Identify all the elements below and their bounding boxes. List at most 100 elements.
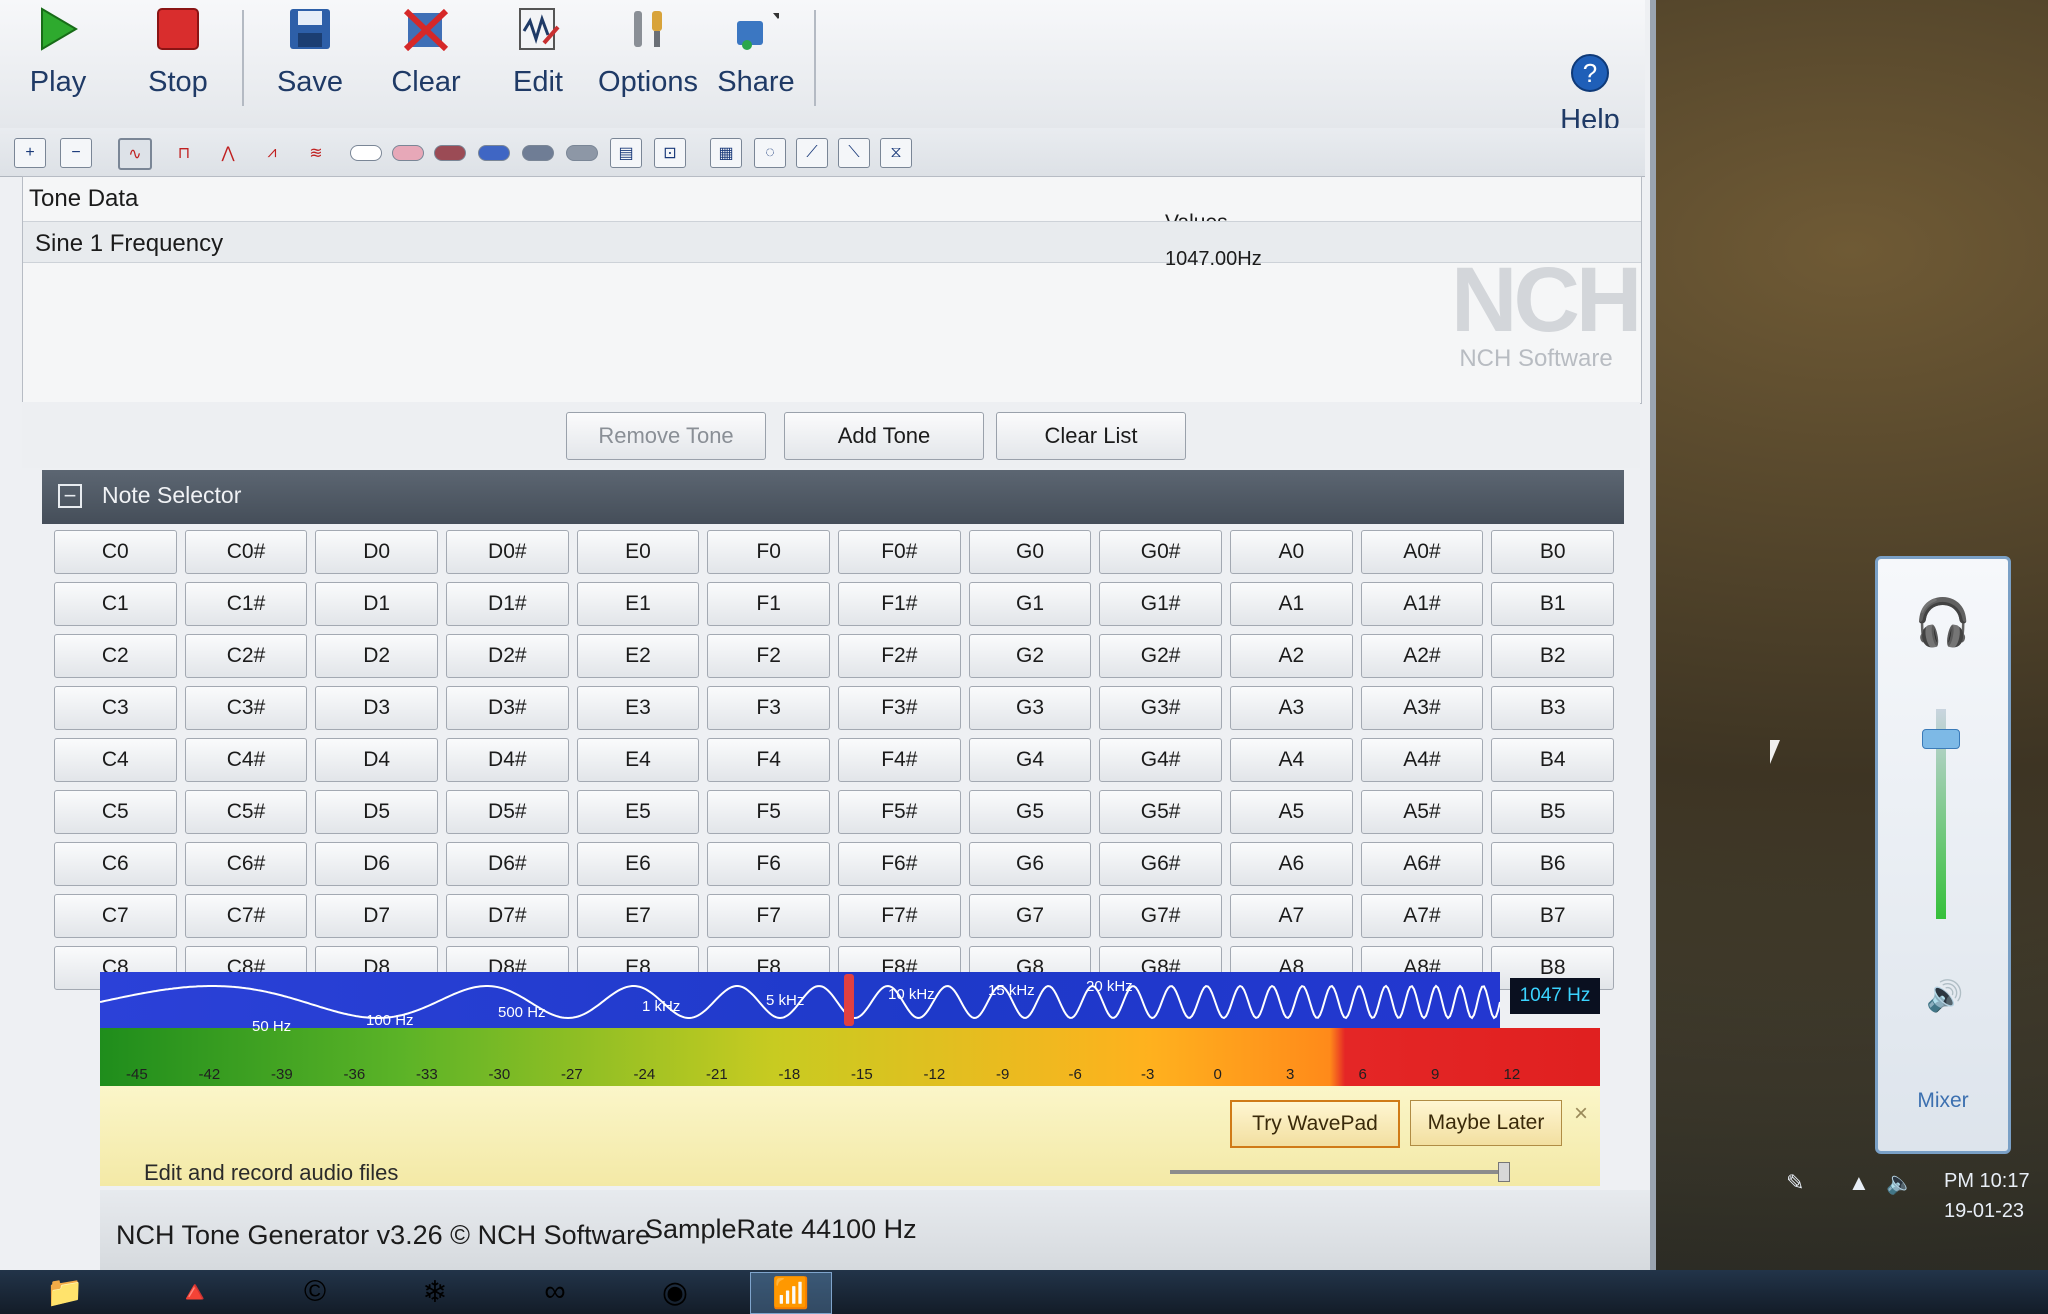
note-button[interactable]: C4# xyxy=(184,738,308,782)
note-button[interactable]: B6 xyxy=(1491,842,1614,886)
volume-slider-thumb[interactable] xyxy=(1498,1162,1510,1182)
note-button[interactable]: C6 xyxy=(54,842,177,886)
grey-noise-icon[interactable] xyxy=(566,145,598,161)
tray-volume-icon[interactable]: 🔈 xyxy=(1886,1170,1913,1196)
note-button[interactable]: G5# xyxy=(1099,790,1222,834)
note-button[interactable]: A5# xyxy=(1360,790,1484,834)
note-button[interactable]: G7# xyxy=(1099,894,1222,938)
frequency-marker[interactable] xyxy=(844,974,854,1026)
white-noise-icon[interactable] xyxy=(350,145,382,161)
add-icon[interactable]: + xyxy=(14,138,46,168)
note-button[interactable]: F7# xyxy=(837,894,961,938)
note-button[interactable]: D0 xyxy=(315,530,438,574)
sine-wave-icon[interactable]: ∿ xyxy=(118,138,152,170)
note-button[interactable]: C5# xyxy=(184,790,308,834)
note-button[interactable]: B2 xyxy=(1491,634,1614,678)
note-button[interactable]: E6 xyxy=(576,842,700,886)
note-button[interactable]: A2# xyxy=(1360,634,1484,678)
note-button[interactable]: C0# xyxy=(184,530,308,574)
note-button[interactable]: G3 xyxy=(968,686,1092,730)
note-button[interactable]: D7# xyxy=(445,894,569,938)
speaker-icon[interactable]: 🔊 xyxy=(1926,979,1963,1014)
note-button[interactable]: F4 xyxy=(707,738,830,782)
note-button[interactable]: C2 xyxy=(54,634,177,678)
note-button[interactable]: F2# xyxy=(837,634,961,678)
note-button[interactable]: G2# xyxy=(1099,634,1222,678)
note-button[interactable]: G1 xyxy=(968,582,1092,626)
note-button[interactable]: F1 xyxy=(707,582,830,626)
note-button[interactable]: G5 xyxy=(968,790,1092,834)
note-button[interactable]: A1# xyxy=(1360,582,1484,626)
pink-noise-icon[interactable] xyxy=(392,145,424,161)
note-button[interactable]: A7# xyxy=(1360,894,1484,938)
vlc-icon[interactable]: 🔺 xyxy=(160,1272,230,1312)
note-button[interactable]: G4# xyxy=(1099,738,1222,782)
note-button[interactable]: B3 xyxy=(1491,686,1614,730)
note-button[interactable]: F5 xyxy=(707,790,830,834)
mixer-volume-thumb[interactable] xyxy=(1922,729,1960,749)
note-button[interactable]: A7 xyxy=(1229,894,1353,938)
note-button[interactable]: D7 xyxy=(315,894,438,938)
note-button[interactable]: D3# xyxy=(445,686,569,730)
collapse-icon[interactable]: − xyxy=(58,484,82,508)
note-button[interactable]: F0# xyxy=(837,530,961,574)
mixer-label[interactable]: Mixer xyxy=(1878,1089,2008,1113)
note-button[interactable]: F6 xyxy=(707,842,830,886)
note-button[interactable]: D4 xyxy=(315,738,438,782)
note-button[interactable]: D1 xyxy=(315,582,438,626)
note-button[interactable]: F4# xyxy=(837,738,961,782)
note-button[interactable]: D2# xyxy=(445,634,569,678)
triangle-wave-icon[interactable]: ⋀ xyxy=(212,138,244,168)
clock-time[interactable]: PM 10:17 xyxy=(1944,1170,2030,1193)
note-button[interactable]: C5 xyxy=(54,790,177,834)
note-button[interactable]: F3# xyxy=(837,686,961,730)
sawtooth-wave-icon[interactable]: ⩘ xyxy=(256,138,288,168)
note-button[interactable]: F7 xyxy=(707,894,830,938)
note-button[interactable]: D5 xyxy=(315,790,438,834)
share-button[interactable]: Share xyxy=(706,6,806,116)
note-button[interactable]: G7 xyxy=(968,894,1092,938)
note-button[interactable]: C2# xyxy=(184,634,308,678)
note-button[interactable]: C3# xyxy=(184,686,308,730)
note-button[interactable]: B0 xyxy=(1491,530,1614,574)
noise-wave-icon[interactable]: ≋ xyxy=(300,138,332,168)
blue-noise-icon[interactable] xyxy=(478,145,510,161)
play-button[interactable]: Play xyxy=(8,6,108,116)
note-button[interactable]: E7 xyxy=(576,894,700,938)
tray-arrow-icon[interactable]: ▲ xyxy=(1848,1170,1870,1196)
clock-date[interactable]: 19-01-23 xyxy=(1944,1200,2024,1223)
clear-list-button[interactable]: Clear List xyxy=(996,412,1186,460)
note-button[interactable]: G2 xyxy=(968,634,1092,678)
save-button[interactable]: Save xyxy=(260,6,360,116)
note-button[interactable]: E3 xyxy=(576,686,700,730)
note-button[interactable]: D2 xyxy=(315,634,438,678)
stop-button[interactable]: Stop xyxy=(128,6,228,116)
note-button[interactable]: G4 xyxy=(968,738,1092,782)
note-button[interactable]: B4 xyxy=(1491,738,1614,782)
note-button[interactable]: B5 xyxy=(1491,790,1614,834)
note-button[interactable]: B7 xyxy=(1491,894,1614,938)
note-button[interactable]: G6 xyxy=(968,842,1092,886)
maybe-later-button[interactable]: Maybe Later xyxy=(1410,1100,1562,1146)
note-button[interactable]: G1# xyxy=(1099,582,1222,626)
note-button[interactable]: G6# xyxy=(1099,842,1222,886)
note-button[interactable]: F5# xyxy=(837,790,961,834)
snowflake-app-icon[interactable]: ❄ xyxy=(400,1272,470,1312)
green-app-icon[interactable]: ◉ xyxy=(640,1272,710,1312)
tone-row[interactable]: Sine 1 Frequency 1047.00Hz xyxy=(23,221,1641,270)
note-button[interactable]: E5 xyxy=(576,790,700,834)
note-button[interactable]: E0 xyxy=(576,530,700,574)
note-button[interactable]: A6 xyxy=(1229,842,1353,886)
pen-tray-icon[interactable]: ✎ xyxy=(1786,1170,1804,1196)
add-tone-button[interactable]: Add Tone xyxy=(784,412,984,460)
try-wavepad-button[interactable]: Try WavePad xyxy=(1230,1100,1400,1148)
folder-icon[interactable]: 📁 xyxy=(30,1272,100,1312)
note-button[interactable]: G0# xyxy=(1099,530,1222,574)
note-button[interactable]: D6# xyxy=(445,842,569,886)
note-button[interactable]: C1 xyxy=(54,582,177,626)
note-button[interactable]: E4 xyxy=(576,738,700,782)
note-button[interactable]: A0# xyxy=(1360,530,1484,574)
note-button[interactable]: A5 xyxy=(1229,790,1353,834)
dtmf-icon[interactable]: ⧖ xyxy=(880,138,912,168)
violet-noise-icon[interactable] xyxy=(522,145,554,161)
